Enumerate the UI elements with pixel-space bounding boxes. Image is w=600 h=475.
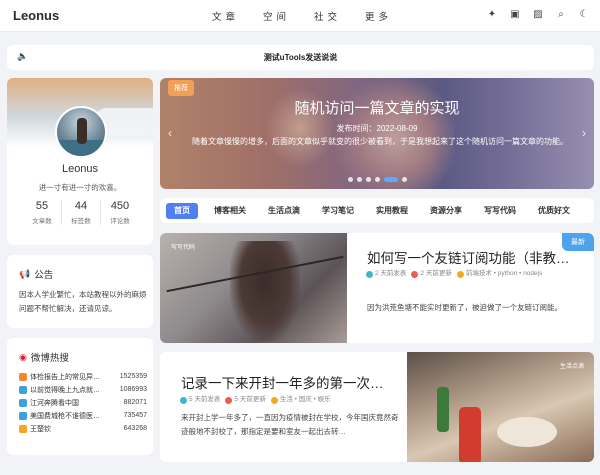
carousel-dots — [160, 177, 594, 182]
stat-articles[interactable]: 55 文章数 — [23, 200, 62, 225]
post-meta: 5 天前发表 5 天前更新 生活 • 国庆 • 娱乐 — [180, 394, 400, 406]
announcement-card: 📢 公告 因本人学业繁忙，本站教程以外的麻烦问题不帮忙解决，还请见谅。 — [7, 255, 153, 328]
hot-rank-icon — [19, 385, 27, 394]
hot-item[interactable]: 江河奔腾看中国 882071 — [19, 396, 147, 409]
hot-item[interactable]: 以前觉得晚上九点就… 1086993 — [19, 383, 147, 396]
update-icon — [411, 270, 419, 278]
spark-icon[interactable]: ✦ — [486, 9, 498, 20]
nav-more[interactable]: 更多 — [365, 9, 416, 23]
category-tabs: 首页 博客相关 生活点滴 学习笔记 实用教程 资源分享 写写代码 优质好文 — [160, 198, 594, 223]
update-icon — [225, 396, 233, 404]
nav-space[interactable]: 空间 — [263, 9, 314, 23]
profile-name: Leonus — [61, 163, 99, 175]
image-icon[interactable]: ▨ — [532, 9, 544, 20]
carousel-dot[interactable] — [347, 177, 353, 182]
carousel-title[interactable]: 随机访问一篇文章的实现 — [160, 97, 594, 118]
nav-social[interactable]: 社交 — [314, 9, 365, 23]
post-excerpt: 因为洪荒鱼塘不能实时更新了，被迫做了一个友链订阅能。 — [367, 303, 562, 312]
site-logo[interactable]: Leonus — [13, 8, 59, 23]
profile-motto: 进一寸有进一寸的欢喜。 — [38, 183, 122, 192]
post-title[interactable]: 如何写一个友链订阅功能（非教… — [367, 247, 570, 267]
stat-tags[interactable]: 44 标签数 — [62, 200, 101, 225]
moon-icon[interactable]: ☾ — [578, 9, 590, 20]
post-thumbnail[interactable]: 写写代码 — [160, 233, 347, 343]
carousel-dot[interactable] — [383, 177, 398, 182]
post-card[interactable]: 写写代码 最新 如何写一个友链订阅功能（非教… 2 天前发表 2 天前更新 前端… — [160, 233, 594, 343]
profile-stats: 55 文章数 44 标签数 450 评论数 — [23, 200, 139, 225]
carousel-dot[interactable] — [365, 177, 371, 182]
recommend-tag: 推荐 — [168, 80, 194, 96]
tab-life[interactable]: 生活点滴 — [262, 203, 306, 219]
calendar-icon — [180, 396, 187, 404]
post-category[interactable]: 写写代码 — [171, 242, 195, 251]
carousel-dot[interactable] — [401, 177, 407, 182]
search-icon[interactable]: ⌕ — [555, 9, 567, 20]
carousel-dot[interactable] — [374, 177, 380, 182]
post-title[interactable]: 记录一下来开封一年多的第一次… — [181, 372, 384, 392]
stat-comments[interactable]: 450 评论数 — [101, 200, 139, 225]
top-header: Leonus 文章 空间 社交 更多 ✦ ▣ ▨ ⌕ ☾ — [0, 0, 600, 32]
chevron-right-icon[interactable]: › — [582, 126, 586, 140]
avatar[interactable] — [55, 106, 107, 158]
hot-rank-icon — [19, 411, 27, 420]
carousel-dot[interactable] — [356, 177, 362, 182]
hot-rank-icon — [19, 398, 27, 407]
carousel-desc: 随着文章慢慢的增多，后面的文章似乎就变的很少被看到，于是我想起来了这个随机访问一… — [192, 137, 568, 146]
calendar-icon — [366, 270, 373, 278]
header-tools: ✦ ▣ ▨ ⌕ ☾ — [486, 9, 590, 20]
profile-card: Leonus 进一寸有进一寸的欢喜。 55 文章数 44 标签数 450 评论数 — [7, 78, 153, 245]
post-thumbnail[interactable]: 生活点滴 — [407, 352, 594, 462]
tab-tutorials[interactable]: 实用教程 — [370, 203, 414, 219]
tab-resources[interactable]: 资源分享 — [424, 203, 468, 219]
hot-item[interactable]: 王楚钦 643268 — [19, 422, 147, 435]
tab-notes[interactable]: 学习笔记 — [316, 203, 360, 219]
tab-blog[interactable]: 博客相关 — [208, 203, 252, 219]
hot-rank-icon — [19, 424, 27, 433]
weibo-title: ◉ 微博热搜 — [19, 351, 69, 365]
announcement-title: 📢 公告 — [19, 268, 54, 282]
post-meta: 2 天前发表 2 天前更新 前端技术 • python • nodejs — [366, 268, 582, 280]
hot-rank-icon — [19, 372, 27, 381]
carousel-date: 发布时间：2022-08-09 — [336, 124, 418, 133]
notice-bar[interactable]: 🔈 测试uTools发送说说 — [7, 45, 594, 70]
tag-icon — [456, 270, 464, 278]
featured-carousel[interactable]: 推荐 随机访问一篇文章的实现 发布时间：2022-08-09 随着文章慢慢的增多… — [160, 78, 594, 189]
tab-home[interactable]: 首页 — [166, 203, 198, 219]
hot-item[interactable]: 美国费城枪不谁德医… 735457 — [19, 409, 147, 422]
nav-articles[interactable]: 文章 — [212, 9, 263, 23]
hot-item[interactable]: 体检报告上的常见异… 1525359 — [19, 370, 147, 383]
tab-good-articles[interactable]: 优质好文 — [532, 203, 576, 219]
tab-code[interactable]: 写写代码 — [478, 203, 522, 219]
weibo-hot-card: ◉ 微博热搜 体检报告上的常见异… 1525359 以前觉得晚上九点就… 108… — [7, 338, 153, 455]
megaphone-icon: 📢 — [19, 268, 31, 279]
post-card[interactable]: 生活点滴 记录一下来开封一年多的第一次… 5 天前发表 5 天前更新 生活 • … — [160, 352, 594, 462]
post-category[interactable]: 生活点滴 — [560, 361, 584, 370]
weibo-icon: ◉ — [19, 351, 27, 362]
hot-list: 体检报告上的常见异… 1525359 以前觉得晚上九点就… 1086993 江河… — [19, 370, 147, 435]
chevron-left-icon[interactable]: ‹ — [168, 126, 172, 140]
announcement-body: 因本人学业繁忙，本站教程以外的麻烦问题不帮忙解决，还请见谅。 — [19, 290, 147, 313]
main-nav: 文章 空间 社交 更多 — [212, 9, 416, 23]
notice-text[interactable]: 测试uTools发送说说 — [7, 52, 594, 63]
subway-icon[interactable]: ▣ — [509, 9, 521, 20]
tag-icon — [270, 396, 278, 404]
post-excerpt: 来开封上学一年多了，一直因为疫情被封在学校，今年国庆竟然奇迹般地不封校了，那指定… — [181, 413, 399, 436]
